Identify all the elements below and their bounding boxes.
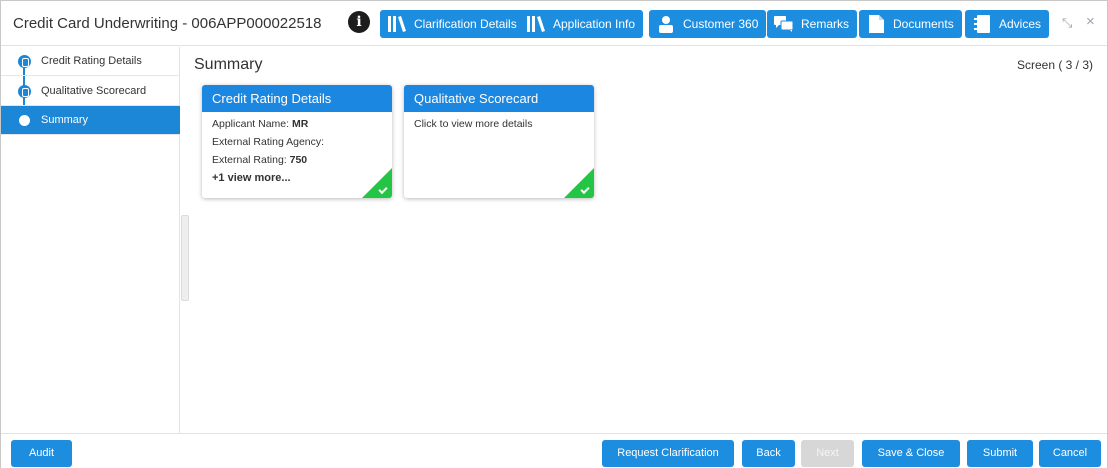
books-icon [525, 13, 547, 35]
application-info-button[interactable]: Application Info [519, 10, 644, 38]
remarks-button[interactable]: Remarks [767, 10, 858, 38]
customer-360-button[interactable]: Customer 360 [649, 10, 767, 38]
back-button[interactable]: Back [742, 440, 795, 467]
user-icon [655, 13, 677, 35]
view-more-link[interactable]: +1 view more... [212, 172, 291, 184]
documents-button[interactable]: Documents [859, 10, 962, 38]
advices-button[interactable]: Advices [965, 10, 1050, 38]
info-icon[interactable]: i [348, 11, 370, 33]
card-title: Credit Rating Details [202, 85, 392, 112]
qualitative-scorecard-card[interactable]: Qualitative Scorecard Click to view more… [404, 85, 594, 198]
header-bar: Credit Card Underwriting - 006APP0000225… [1, 1, 1107, 46]
submit-button[interactable]: Submit [967, 440, 1033, 467]
sidebar-item-label: Credit Rating Details [41, 55, 142, 67]
card-line: External Rating: 750 [212, 154, 307, 166]
card-line: Click to view more details [414, 118, 532, 130]
chat-icon [773, 13, 795, 35]
sidebar-resize-handle[interactable] [181, 215, 189, 301]
card-line-value: 750 [289, 154, 308, 166]
documents-label: Documents [893, 17, 954, 31]
section-title: Summary [194, 56, 263, 73]
completed-badge [564, 168, 594, 198]
card-line-label: External Rating: [212, 154, 290, 166]
clarification-details-button[interactable]: Clarification Details [380, 10, 525, 38]
sidebar-item-qualitative-scorecard[interactable]: Qualitative Scorecard [1, 77, 180, 106]
app-window: Credit Card Underwriting - 006APP0000225… [0, 0, 1108, 468]
card-line-value: MR [291, 118, 309, 130]
minimize-icon[interactable]: ⤡ [1062, 15, 1072, 31]
sidebar-item-summary[interactable]: Summary [1, 106, 180, 135]
screen-indicator: Screen ( 3 / 3) [1016, 58, 1093, 72]
card-line-label: External Rating Agency: [212, 136, 325, 148]
customer-360-label: Customer 360 [683, 17, 759, 31]
credit-rating-details-card[interactable]: Credit Rating Details Applicant Name: MR… [202, 85, 392, 198]
completed-badge [362, 168, 392, 198]
next-button: Next [801, 440, 854, 467]
document-icon [865, 13, 887, 35]
clarification-details-label: Clarification Details [414, 17, 517, 31]
remarks-label: Remarks [801, 17, 850, 31]
step-done-icon [18, 55, 31, 68]
card-line: External Rating Agency: [212, 136, 324, 148]
cancel-button[interactable]: Cancel [1039, 440, 1101, 467]
application-info-label: Application Info [553, 17, 636, 31]
sidebar-item-label: Summary [41, 114, 89, 126]
sidebar: Credit Rating Details Qualitative Scorec… [1, 47, 180, 433]
save-close-button[interactable]: Save & Close [862, 440, 960, 467]
advices-label: Advices [999, 17, 1042, 31]
request-clarification-button[interactable]: Request Clarification [602, 440, 734, 467]
page-title: Credit Card Underwriting - 006APP0000225… [13, 15, 322, 32]
step-current-icon [19, 115, 30, 126]
step-done-icon [18, 85, 31, 98]
books-icon [386, 13, 408, 35]
sidebar-item-label: Qualitative Scorecard [41, 85, 147, 97]
notebook-icon [971, 13, 993, 35]
close-icon[interactable]: × [1086, 13, 1095, 30]
card-title: Qualitative Scorecard [404, 85, 594, 112]
audit-button[interactable]: Audit [11, 440, 72, 467]
sidebar-item-credit-rating-details[interactable]: Credit Rating Details [1, 47, 180, 76]
card-line-label: Applicant Name: [212, 118, 292, 130]
footer-bar: Audit Request Clarification Back Next Sa… [1, 433, 1107, 468]
card-line: Applicant Name: MR [212, 118, 308, 130]
card-line-label: Click to view more details [414, 118, 533, 130]
